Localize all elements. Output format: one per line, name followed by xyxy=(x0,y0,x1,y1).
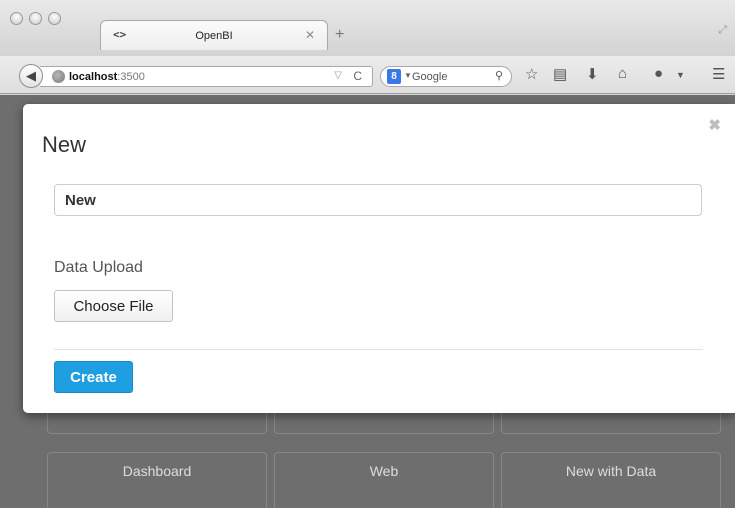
download-icon[interactable]: ⬇ xyxy=(586,65,599,83)
history-dropdown-icon[interactable]: ▽ xyxy=(334,70,342,81)
tile-new-with-data[interactable]: New with Data xyxy=(501,452,721,508)
new-tab-icon[interactable]: + xyxy=(335,26,344,44)
tab-close-icon[interactable]: ✕ xyxy=(305,28,315,42)
name-input[interactable] xyxy=(54,184,702,216)
browser-tab[interactable]: <> OpenBI ✕ xyxy=(100,20,328,50)
close-icon[interactable]: ✖ xyxy=(708,116,721,134)
navigation-toolbar: localhost:3500 ▽ C ◀ 8 ▼ Google ⚲ ☆ ▤ ⬇ … xyxy=(0,56,735,94)
reload-icon[interactable]: C xyxy=(353,69,362,83)
tab-title: OpenBI xyxy=(195,30,233,42)
chevron-down-icon[interactable]: ▼ xyxy=(404,71,412,80)
create-button[interactable]: Create xyxy=(54,361,133,393)
url-text[interactable]: localhost:3500 xyxy=(69,71,145,83)
extension-icon[interactable]: ● xyxy=(654,65,663,82)
maximize-window-icon[interactable] xyxy=(48,12,61,25)
minimize-window-icon[interactable] xyxy=(29,12,42,25)
bookmark-star-icon[interactable]: ☆ xyxy=(525,65,538,83)
tile-label: New with Data xyxy=(565,463,657,479)
menu-icon[interactable]: ☰ xyxy=(712,65,725,83)
modal-divider xyxy=(54,349,703,350)
tile-web[interactable]: Web xyxy=(274,452,494,508)
search-placeholder[interactable]: Google xyxy=(412,71,447,83)
google-icon[interactable]: 8 xyxy=(387,69,401,84)
globe-icon xyxy=(52,70,65,83)
choose-file-button[interactable]: Choose File xyxy=(54,290,173,322)
fullscreen-icon[interactable]: ⤢ xyxy=(718,24,727,37)
home-icon[interactable]: ⌂ xyxy=(618,65,627,82)
window-titlebar: <> OpenBI ✕ + ⤢ xyxy=(0,0,735,56)
address-bar[interactable]: localhost:3500 ▽ C xyxy=(40,66,373,87)
close-window-icon[interactable] xyxy=(10,12,23,25)
bookmarks-list-icon[interactable]: ▤ xyxy=(553,65,567,83)
search-bar[interactable]: 8 ▼ Google ⚲ xyxy=(380,66,512,87)
new-modal: New ✖ Data Upload Choose File Create xyxy=(23,104,735,413)
tile-label: Web xyxy=(369,463,399,479)
tile-dashboard[interactable]: Dashboard xyxy=(47,452,267,508)
back-button[interactable]: ◀ xyxy=(19,64,43,88)
arrow-left-icon: ◀ xyxy=(26,68,36,83)
data-upload-label: Data Upload xyxy=(54,259,143,276)
modal-title: New xyxy=(42,132,87,157)
extension-dropdown-icon[interactable]: ▼ xyxy=(676,70,685,80)
search-icon[interactable]: ⚲ xyxy=(495,69,503,82)
tile-label: Dashboard xyxy=(122,463,192,479)
